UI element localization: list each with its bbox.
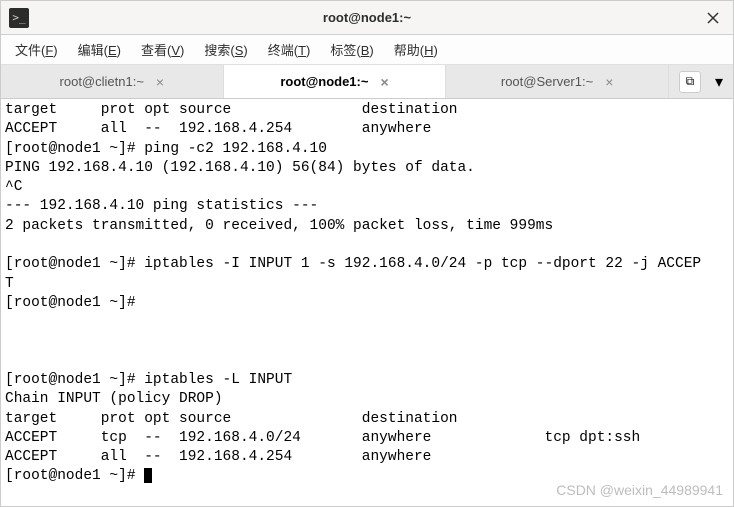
tab-label: root@node1:~ (280, 74, 368, 89)
menubar: 文件(F) 编辑(E) 查看(V) 搜索(S) 终端(T) 标签(B) 帮助(H… (1, 35, 733, 65)
tab-node1[interactable]: root@node1:~ × (224, 65, 447, 98)
tab-close-icon[interactable]: × (605, 74, 613, 90)
tab-dropdown-icon[interactable]: ▾ (715, 72, 723, 92)
tab-clietn1[interactable]: root@clietn1:~ × (1, 65, 224, 98)
watermark: CSDN @weixin_44989941 (556, 481, 723, 500)
menu-terminal[interactable]: 终端(T) (260, 36, 319, 63)
tab-actions: ⧉ ▾ (669, 65, 733, 98)
tab-server1[interactable]: root@Server1:~ × (446, 65, 669, 98)
new-tab-button[interactable]: ⧉ (679, 71, 701, 93)
tab-label: root@Server1:~ (501, 74, 593, 89)
menu-help[interactable]: 帮助(H) (386, 36, 446, 63)
tab-close-icon[interactable]: × (156, 74, 164, 90)
window-title: root@node1:~ (323, 10, 411, 25)
close-button[interactable] (701, 6, 725, 30)
prompt: [root@node1 ~]# (5, 468, 144, 484)
terminal-app-icon: >_ (9, 8, 29, 28)
tab-close-icon[interactable]: × (380, 74, 388, 90)
titlebar: >_ root@node1:~ (1, 1, 733, 35)
terminal-output[interactable]: target prot opt source destination ACCEP… (1, 99, 733, 506)
tab-label: root@clietn1:~ (60, 74, 144, 89)
menu-tabs[interactable]: 标签(B) (322, 36, 381, 63)
menu-file[interactable]: 文件(F) (7, 36, 66, 63)
tabbar: root@clietn1:~ × root@node1:~ × root@Ser… (1, 65, 733, 99)
menu-search[interactable]: 搜索(S) (196, 36, 255, 63)
menu-edit[interactable]: 编辑(E) (70, 36, 129, 63)
menu-view[interactable]: 查看(V) (133, 36, 192, 63)
cursor-icon (144, 468, 152, 483)
